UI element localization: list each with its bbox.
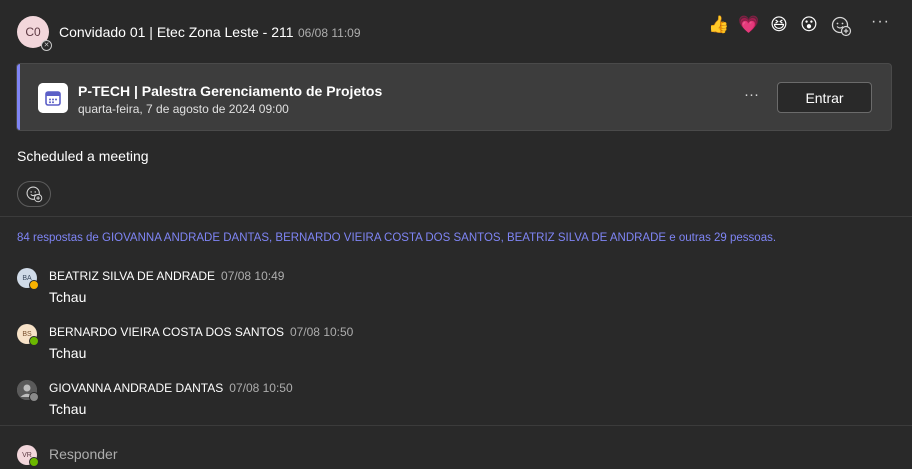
calendar-icon — [38, 83, 68, 113]
sender-name[interactable]: Convidado 01 | Etec Zona Leste - 211 — [59, 24, 294, 40]
add-reaction-icon[interactable] — [830, 15, 852, 37]
reply-header: BERNARDO VIEIRA COSTA DOS SANTOS 07/08 10… — [49, 325, 353, 339]
meeting-more-options-icon[interactable]: ··· — [744, 86, 759, 103]
offline-presence-icon — [29, 392, 39, 402]
reply-item: GIOVANNA ANDRADE DANTAS 07/08 10:50 Tchau — [0, 380, 912, 430]
divider — [0, 216, 912, 217]
heart-reaction-icon[interactable]: 💗 — [738, 14, 760, 36]
add-reaction-button[interactable] — [17, 181, 51, 207]
post-timestamp: 06/08 11:09 — [298, 26, 361, 40]
reply-author[interactable]: BERNARDO VIEIRA COSTA DOS SANTOS — [49, 325, 284, 339]
reply-text: Tchau — [49, 345, 87, 361]
laugh-reaction-icon[interactable]: 😆 — [768, 14, 790, 36]
like-reaction-icon[interactable]: 👍 — [708, 14, 730, 36]
reply-placeholder[interactable]: Responder — [49, 446, 118, 462]
add-reaction-small-icon — [26, 186, 43, 203]
reply-time: 07/08 10:49 — [221, 269, 285, 283]
current-user-avatar: VR — [17, 445, 39, 467]
surprised-reaction-icon[interactable]: 😮 — [798, 14, 820, 36]
sender-avatar[interactable]: C0 ✕ — [17, 16, 52, 51]
reply-time: 07/08 10:50 — [289, 325, 354, 339]
more-options-icon[interactable]: ··· — [871, 13, 890, 31]
reply-item: BS BERNARDO VIEIRA COSTA DOS SANTOS 07/08… — [0, 324, 912, 374]
meeting-card[interactable]: P-TECH | Palestra Gerenciamento de Proje… — [16, 63, 892, 131]
reply-text: Tchau — [49, 401, 87, 417]
quick-reactions: 👍 💗 😆 😮 — [708, 14, 820, 36]
meeting-card-accent — [17, 64, 20, 130]
away-presence-icon — [29, 280, 39, 290]
reply-avatar-photo[interactable] — [17, 380, 39, 402]
reply-avatar[interactable]: BA — [17, 268, 39, 290]
post-header: C0 ✕ Convidado 01 | Etec Zona Leste - 21… — [0, 0, 912, 60]
reply-header: GIOVANNA ANDRADE DANTAS 07/08 10:50 — [49, 381, 293, 395]
meeting-title[interactable]: P-TECH | Palestra Gerenciamento de Proje… — [78, 83, 382, 99]
reply-header: BEATRIZ SILVA DE ANDRADE 07/08 10:49 — [49, 269, 284, 283]
divider — [0, 425, 912, 426]
meeting-datetime: quarta-feira, 7 de agosto de 2024 09:00 — [78, 102, 289, 116]
replies-summary-link[interactable]: 84 respostas de GIOVANNA ANDRADE DANTAS,… — [17, 232, 776, 244]
available-presence-icon — [29, 457, 39, 467]
offline-presence-icon: ✕ — [41, 40, 52, 51]
available-presence-icon — [29, 336, 39, 346]
reply-avatar[interactable]: BS — [17, 324, 39, 346]
reply-item: BA BEATRIZ SILVA DE ANDRADE 07/08 10:49 T… — [0, 268, 912, 318]
reply-author[interactable]: GIOVANNA ANDRADE DANTAS — [49, 381, 223, 395]
reply-author[interactable]: BEATRIZ SILVA DE ANDRADE — [49, 269, 215, 283]
sender-avatar-initials: C0 — [25, 25, 41, 39]
message-text: Scheduled a meeting — [17, 148, 149, 164]
reply-input[interactable]: VR Responder — [0, 437, 912, 469]
reply-text: Tchau — [49, 289, 87, 305]
reply-time: 07/08 10:50 — [229, 381, 293, 395]
join-button[interactable]: Entrar — [777, 82, 872, 113]
